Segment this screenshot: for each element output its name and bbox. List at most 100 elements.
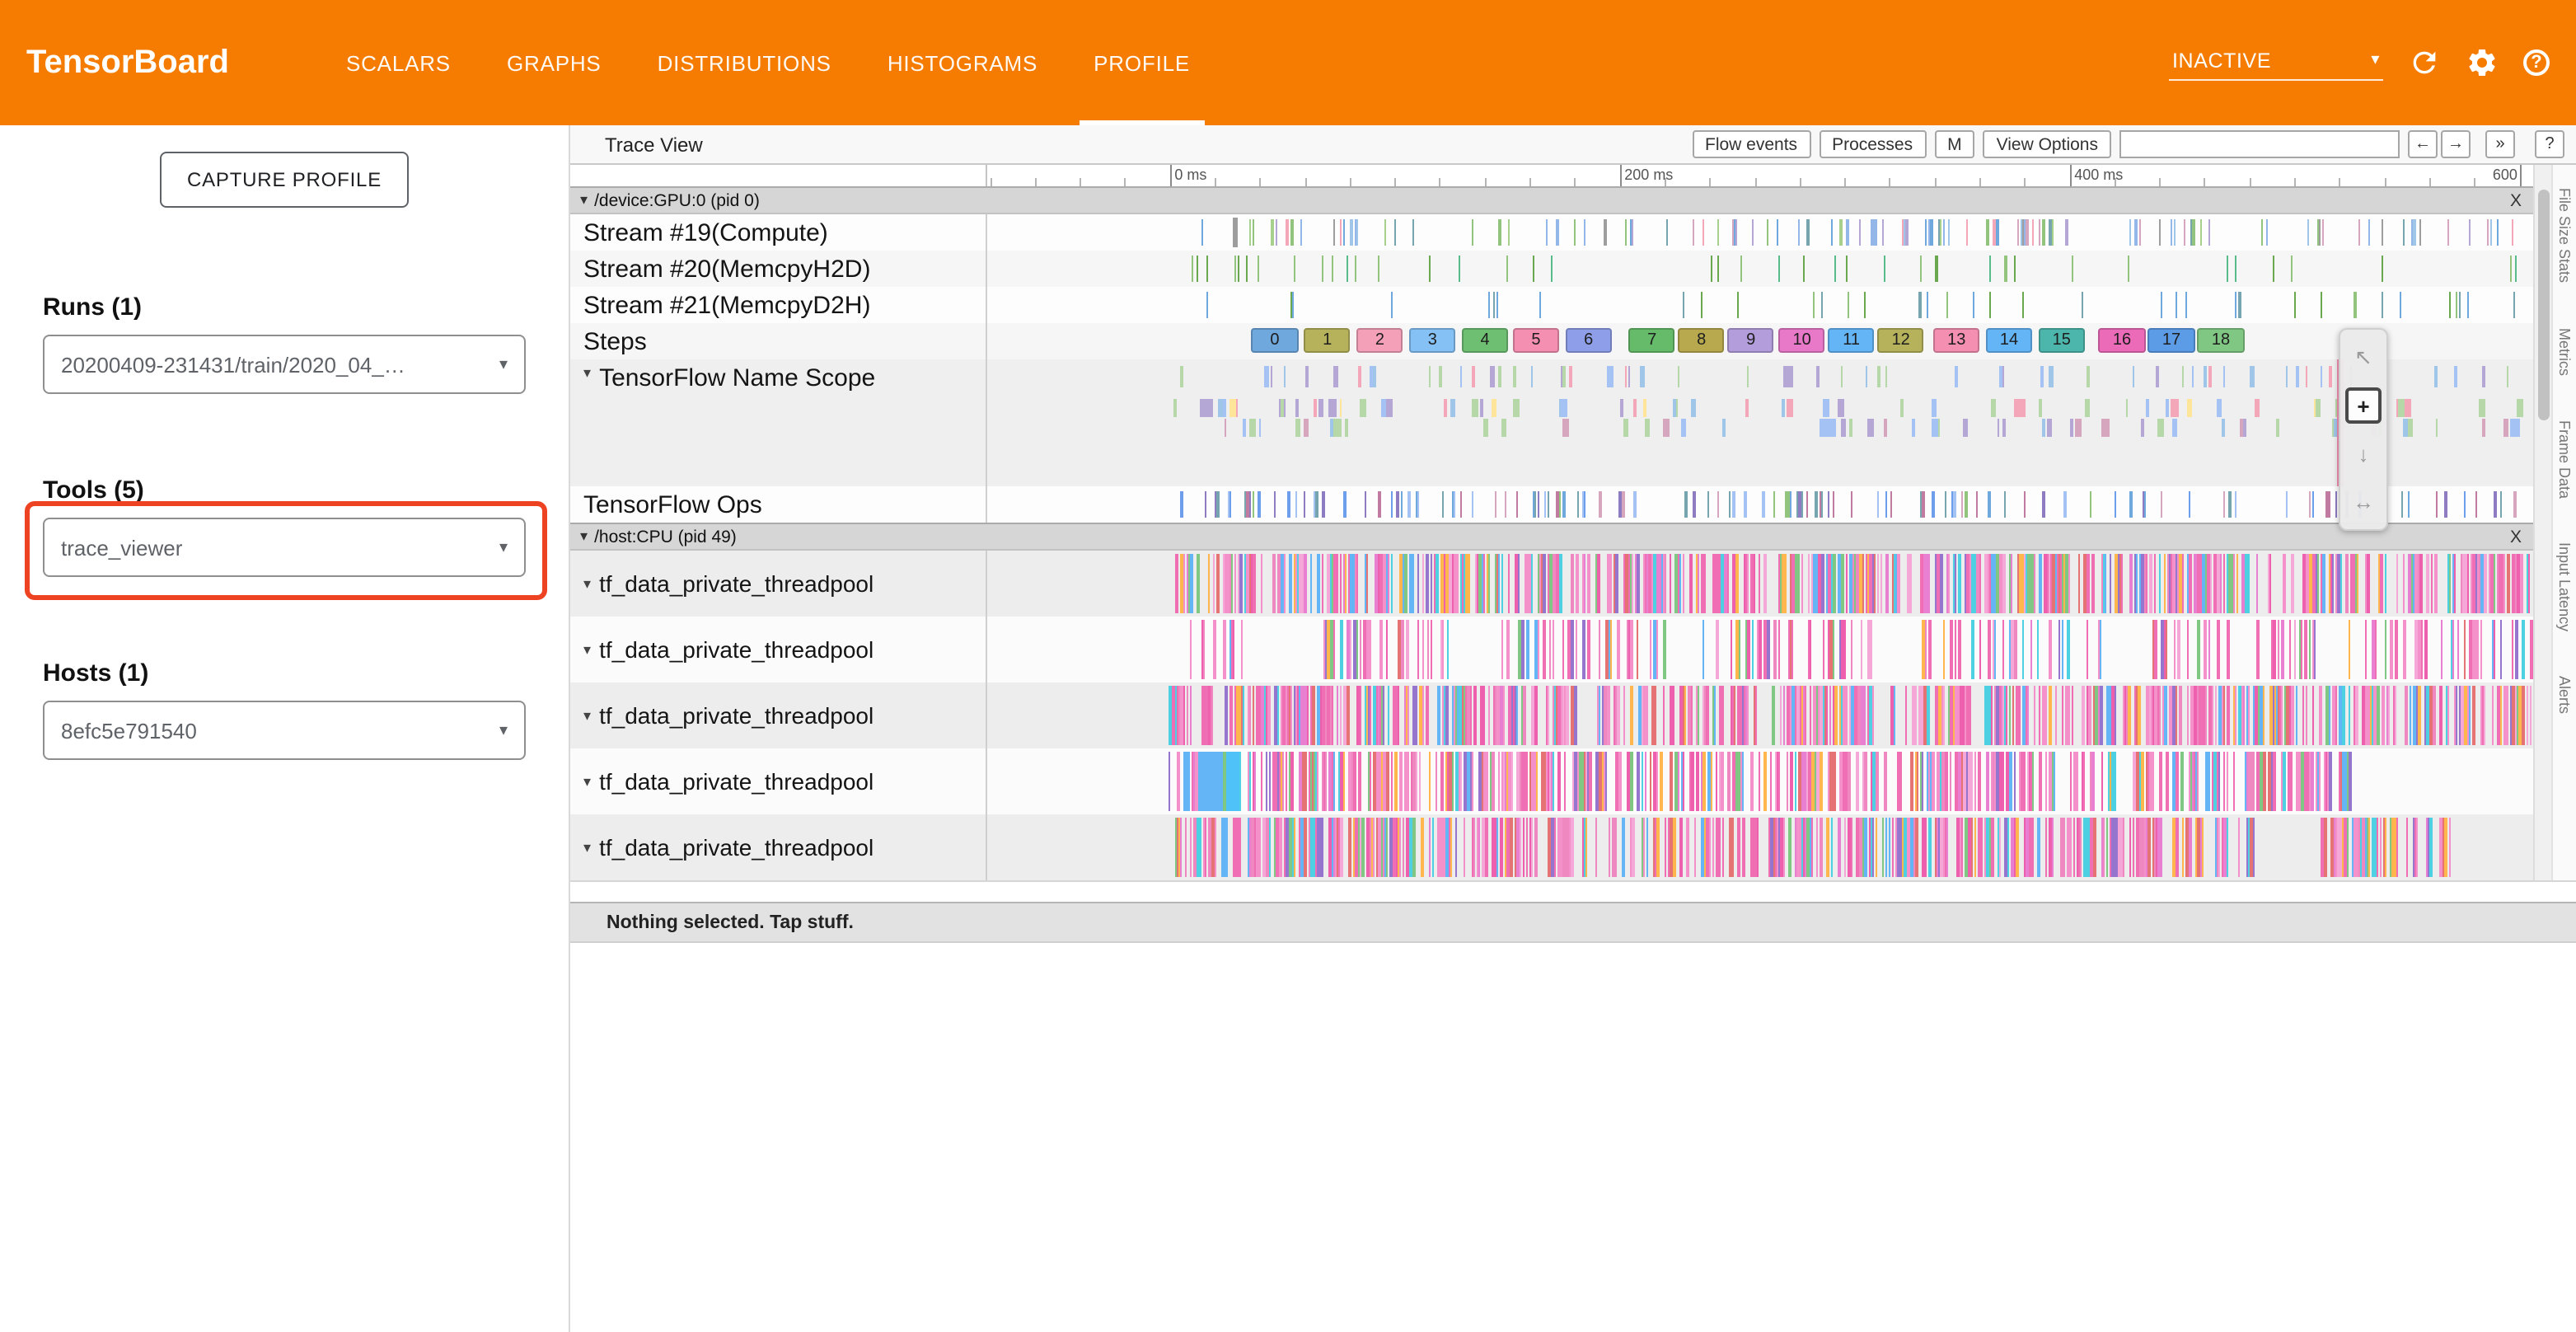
trace-event[interactable] xyxy=(2147,687,2150,744)
trace-event[interactable] xyxy=(2512,621,2513,678)
trace-event[interactable] xyxy=(1923,818,1926,876)
trace-event[interactable] xyxy=(2194,753,2196,810)
trace-event[interactable] xyxy=(1680,818,1683,876)
trace-event[interactable] xyxy=(1295,419,1300,437)
trace-event[interactable] xyxy=(2124,687,2127,744)
trace-event[interactable] xyxy=(2049,687,2053,744)
trace-event[interactable] xyxy=(2396,555,2399,612)
trace-event[interactable] xyxy=(2453,555,2455,612)
trace-event[interactable] xyxy=(1204,818,1206,876)
trace-event[interactable] xyxy=(2415,818,2417,876)
trace-event[interactable] xyxy=(2137,687,2140,744)
trace-event[interactable] xyxy=(1497,366,1501,388)
trace-event[interactable] xyxy=(1884,256,1885,282)
trace-event[interactable] xyxy=(1479,399,1482,417)
trace-event[interactable] xyxy=(2289,621,2291,678)
trace-event[interactable] xyxy=(1327,555,1330,612)
trace-event[interactable] xyxy=(2014,621,2017,678)
trace-event[interactable] xyxy=(2260,753,2263,810)
trace-event[interactable] xyxy=(2381,293,2383,318)
trace-event[interactable] xyxy=(2228,555,2232,612)
trace-event[interactable] xyxy=(1546,687,1548,744)
trace-event[interactable] xyxy=(1398,687,1400,744)
trace-event[interactable] xyxy=(1370,818,1373,876)
trace-event[interactable] xyxy=(1898,555,1900,612)
trace-event[interactable] xyxy=(1385,818,1387,876)
trace-event[interactable] xyxy=(1445,687,1449,744)
trace-event[interactable] xyxy=(2022,555,2024,612)
trace-event[interactable] xyxy=(1885,818,1887,876)
trace-event[interactable] xyxy=(2493,621,2495,678)
refresh-icon[interactable] xyxy=(2408,46,2441,79)
trace-event[interactable] xyxy=(2158,753,2162,810)
trace-event[interactable] xyxy=(2414,555,2418,612)
trace-event[interactable] xyxy=(1573,220,1575,246)
trace-event[interactable] xyxy=(1613,555,1614,612)
trace-event[interactable] xyxy=(1245,256,1247,282)
trace-event[interactable] xyxy=(1857,555,1858,612)
trace-event[interactable] xyxy=(1313,753,1314,810)
trace-event[interactable] xyxy=(1759,753,1761,810)
trace-event[interactable] xyxy=(1295,492,1296,518)
trace-event[interactable] xyxy=(2447,555,2448,612)
trace-event[interactable] xyxy=(2403,220,2405,246)
trace-event[interactable] xyxy=(1580,753,1584,810)
trace-event[interactable] xyxy=(1451,753,1453,810)
trace-event[interactable] xyxy=(1560,399,1562,417)
trace-event[interactable] xyxy=(2218,399,2222,417)
trace-event[interactable] xyxy=(2030,555,2034,612)
trace-event[interactable] xyxy=(2092,818,2096,876)
trace-event[interactable] xyxy=(1898,753,1901,810)
trace-event[interactable] xyxy=(1862,555,1864,612)
trace-event[interactable] xyxy=(1938,419,1940,437)
trace-event[interactable] xyxy=(2516,399,2523,417)
track-canvas[interactable] xyxy=(986,287,2533,323)
trace-event[interactable] xyxy=(2021,753,2025,810)
trace-event[interactable] xyxy=(1223,621,1226,678)
trace-event[interactable] xyxy=(1649,753,1651,810)
trace-event[interactable] xyxy=(1208,555,1210,612)
trace-event[interactable] xyxy=(2060,818,2064,876)
trace-event[interactable] xyxy=(2326,753,2328,810)
trace-event[interactable] xyxy=(1810,687,1811,744)
trace-event[interactable] xyxy=(1753,687,1754,744)
trace-event[interactable] xyxy=(1356,555,1359,612)
trace-event[interactable] xyxy=(1332,256,1333,282)
trace-event[interactable] xyxy=(1701,293,1703,318)
trace-event[interactable] xyxy=(2058,621,2060,678)
trace-event[interactable] xyxy=(2211,687,2214,744)
trace-event[interactable] xyxy=(1328,621,1330,678)
trace-event[interactable] xyxy=(2146,753,2147,810)
trace-event[interactable] xyxy=(1854,687,1857,744)
trace-event[interactable] xyxy=(2071,256,2073,282)
trace-event[interactable] xyxy=(1851,687,1855,744)
trace-event[interactable] xyxy=(1623,492,1624,518)
trace-event[interactable] xyxy=(2088,687,2091,744)
trace-event[interactable] xyxy=(2208,366,2212,388)
trace-event[interactable] xyxy=(1865,753,1868,810)
trace-event[interactable] xyxy=(1955,555,1956,612)
trace-event[interactable] xyxy=(1690,399,1697,417)
trace-event[interactable] xyxy=(1567,687,1570,744)
trace-event[interactable] xyxy=(1224,419,1227,437)
trace-event[interactable] xyxy=(1197,256,1199,282)
trace-event[interactable] xyxy=(1402,621,1405,678)
trace-event[interactable] xyxy=(2308,621,2310,678)
trace-event[interactable] xyxy=(1206,687,1207,744)
trace-event[interactable] xyxy=(2512,555,2515,612)
trace-event[interactable] xyxy=(1898,818,1901,876)
trace-event[interactable] xyxy=(2522,687,2524,744)
trace-event[interactable] xyxy=(2205,753,2209,810)
trace-event[interactable] xyxy=(1407,818,1409,876)
trace-event[interactable] xyxy=(2023,492,2025,518)
track-canvas[interactable] xyxy=(986,748,2533,814)
trace-event[interactable] xyxy=(2403,555,2405,612)
trace-event[interactable] xyxy=(1816,753,1819,810)
trace-event[interactable] xyxy=(2268,555,2270,612)
trace-event[interactable] xyxy=(1464,753,1466,810)
trace-event[interactable] xyxy=(1960,492,1962,518)
trace-event[interactable] xyxy=(1795,753,1796,810)
step-chip[interactable]: 7 xyxy=(1629,328,1675,353)
trace-event[interactable] xyxy=(2359,220,2361,246)
trace-event[interactable] xyxy=(2386,555,2387,612)
